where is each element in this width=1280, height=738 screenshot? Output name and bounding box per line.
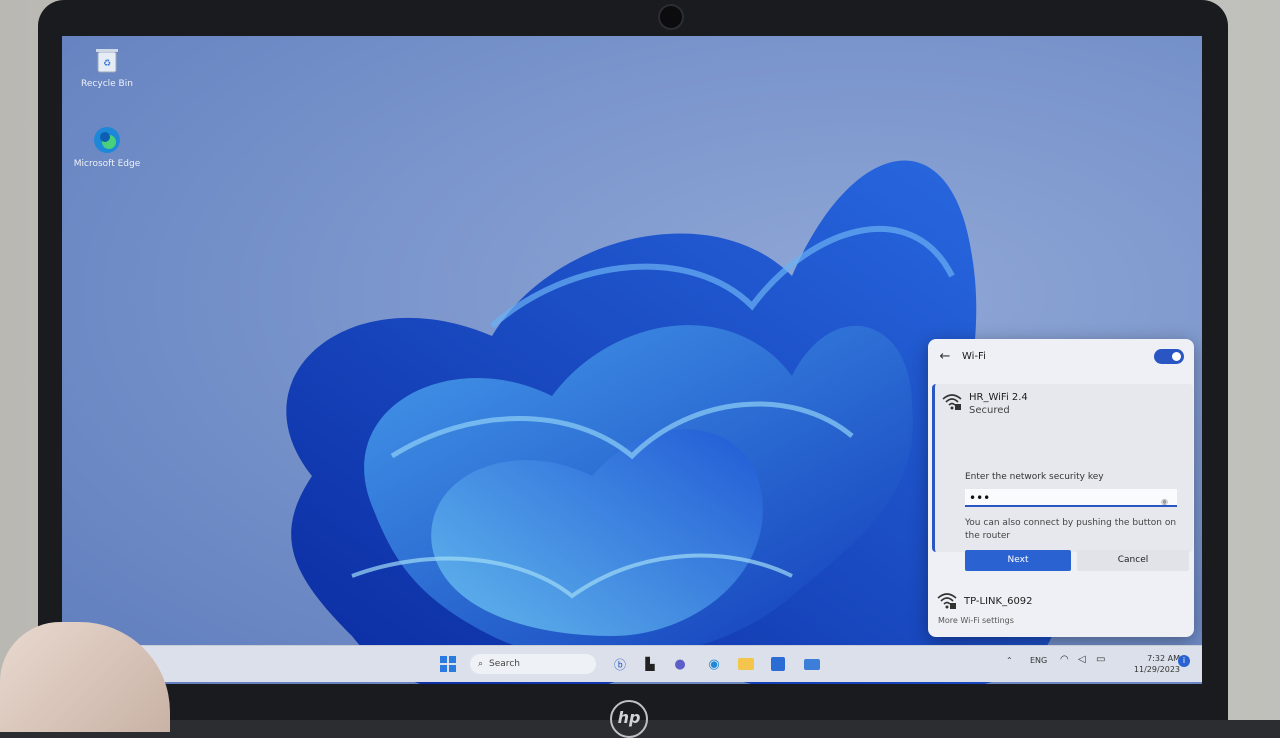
desktop-icon-label: Recycle Bin — [81, 79, 133, 89]
start-icon[interactable] — [438, 654, 458, 674]
battery-icon[interactable]: ▭ — [1096, 654, 1105, 665]
search-placeholder: Search — [489, 659, 520, 669]
file-explorer-icon[interactable] — [736, 654, 756, 674]
wifi-title: Wi-Fi — [962, 350, 986, 362]
store-icon[interactable] — [768, 654, 788, 674]
show-hidden-icons-chevron-icon[interactable]: ⌃ — [1006, 656, 1013, 665]
webcam — [658, 4, 684, 30]
reveal-password-icon[interactable]: ◉ — [1161, 493, 1171, 506]
chat-icon[interactable]: ● — [670, 654, 690, 674]
wifi-tray-icon[interactable]: ◠ — [1060, 654, 1069, 665]
task-view-icon[interactable]: ▙ — [640, 654, 660, 674]
mail-icon[interactable] — [802, 654, 822, 674]
back-arrow-icon[interactable]: ← — [938, 349, 952, 364]
clock-date: 11/29/2023 — [1133, 665, 1180, 674]
router-push-hint: You can also connect by pushing the butt… — [965, 518, 1177, 541]
wifi-secured-icon — [936, 591, 958, 611]
wifi-header: ← Wi-Fi — [928, 339, 1194, 373]
network-ssid: HR_WiFi 2.4 — [969, 392, 1028, 403]
clock-time: 7:32 AM — [1147, 654, 1180, 663]
wifi-toggle[interactable] — [1154, 348, 1184, 364]
edge-icon — [91, 124, 123, 156]
notification-icon[interactable]: i — [1178, 655, 1190, 667]
svg-text:♻: ♻ — [103, 59, 111, 69]
desktop-icon-label: Microsoft Edge — [73, 159, 141, 169]
wifi-flyout: ← Wi-Fi HR_WiFi 2.4 Secured Enter the ne… — [928, 339, 1194, 637]
cancel-button[interactable]: Cancel — [1077, 550, 1189, 571]
network-item[interactable]: TP-LINK_6092 — [936, 591, 1033, 611]
security-key-input[interactable]: ••• ◉ — [965, 489, 1177, 507]
taskbar-search[interactable]: ⌕ Search — [470, 654, 596, 674]
wifi-secured-icon — [941, 392, 963, 412]
desktop-icon-edge[interactable]: Microsoft Edge — [67, 124, 147, 169]
taskbar: ⌕ Search ⓑ ▙ ● ◉ ⌃ ENG ◠ ◁ ▭ 7:32 AM 11/… — [62, 645, 1202, 682]
security-key-value: ••• — [969, 491, 991, 505]
desktop-icon-recycle-bin[interactable]: ♻ Recycle Bin — [67, 44, 147, 89]
clock[interactable]: 7:32 AM 11/29/2023 — [1122, 653, 1180, 675]
more-wifi-settings-link[interactable]: More Wi-Fi settings — [938, 616, 1014, 625]
search-icon: ⌕ — [478, 659, 484, 669]
copilot-icon[interactable]: ⓑ — [610, 654, 630, 674]
language-indicator[interactable]: ENG — [1030, 656, 1047, 665]
next-button[interactable]: Next — [965, 550, 1071, 571]
network-status: Secured — [969, 405, 1010, 416]
network-item-expanded: HR_WiFi 2.4 Secured Enter the network se… — [932, 384, 1193, 571]
edge-taskbar-icon[interactable]: ◉ — [704, 654, 724, 674]
network-ssid: TP-LINK_6092 — [964, 595, 1033, 607]
security-key-label: Enter the network security key — [965, 472, 1104, 482]
volume-icon[interactable]: ◁ — [1078, 654, 1086, 665]
hp-logo: hp — [610, 700, 648, 738]
recycle-bin-icon: ♻ — [91, 44, 123, 76]
desktop-screen: ♻ Recycle Bin Microsoft Edge ← Wi-Fi HR_… — [62, 36, 1202, 684]
